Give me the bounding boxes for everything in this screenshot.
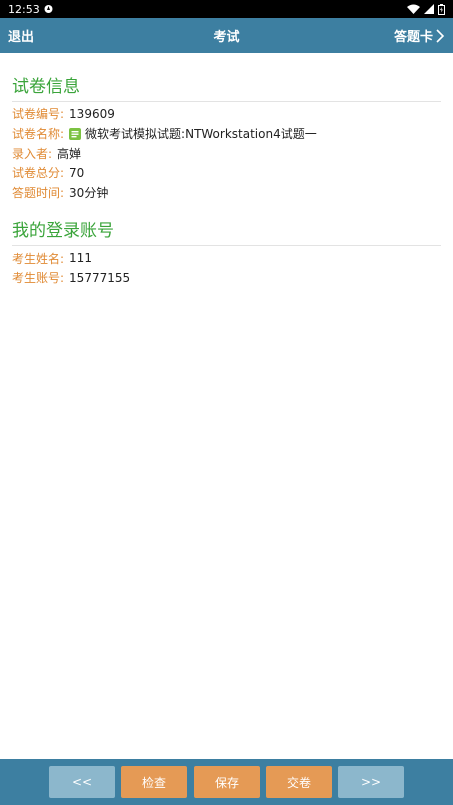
answer-card-button[interactable]: 答题卡: [394, 26, 445, 45]
page-title: 考试: [213, 30, 240, 45]
total-score-label: 试卷总分:: [12, 166, 65, 181]
next-question-button[interactable]: >>: [338, 766, 404, 798]
total-score-value: 70: [69, 165, 85, 180]
paper-name-value: 微软考试模拟试题:NTWorkstation4试题一: [85, 127, 317, 142]
bottom-toolbar: << 检查 保存 交卷 >>: [0, 759, 453, 805]
save-button[interactable]: 保存: [194, 766, 260, 798]
paper-id-value: 139609: [69, 106, 115, 121]
duration-label: 答题时间:: [12, 186, 65, 201]
candidate-account-label: 考生账号:: [12, 271, 65, 286]
submit-exam-button[interactable]: 交卷: [266, 766, 332, 798]
paper-info-heading: 试卷信息: [12, 72, 441, 102]
author-value: 高婵: [57, 146, 82, 161]
notification-icon: [44, 5, 53, 13]
total-score-row: 试卷总分: 70: [12, 163, 441, 183]
status-right: [407, 3, 445, 15]
app-bar: 退出 考试 答题卡: [0, 18, 453, 53]
paper-name-row: 试卷名称: 微软考试模拟试题:NTWorkstation4试题一: [12, 124, 441, 144]
answer-card-label: 答题卡: [393, 30, 433, 45]
check-button[interactable]: 检查: [121, 766, 187, 798]
candidate-account-value: 15777155: [69, 270, 131, 285]
author-label: 录入者:: [12, 146, 53, 161]
paper-id-label: 试卷编号:: [12, 107, 65, 122]
exam-info-content: 试卷信息 试卷编号: 139609 试卷名称: 微软考试模拟试题:NTWorks…: [12, 53, 441, 288]
signal-icon: [424, 4, 434, 14]
duration-row: 答题时间: 30分钟: [12, 183, 441, 203]
paper-name-label: 试卷名称:: [12, 127, 65, 142]
battery-icon: [438, 3, 445, 15]
prev-question-button[interactable]: <<: [49, 766, 115, 798]
candidate-account-row: 考生账号: 15777155: [12, 268, 441, 288]
candidate-name-label: 考生姓名:: [12, 251, 65, 266]
paper-id-row: 试卷编号: 139609: [12, 104, 441, 124]
chevron-right-icon: [436, 28, 445, 43]
account-info-rows: 考生姓名: 111 考生账号: 15777155: [12, 246, 441, 287]
wifi-icon: [407, 4, 420, 14]
candidate-name-value: 111: [69, 251, 92, 266]
candidate-name-row: 考生姓名: 111: [12, 248, 441, 268]
author-row: 录入者: 高婵: [12, 143, 441, 163]
account-info-heading: 我的登录账号: [12, 216, 441, 247]
duration-value: 30分钟: [69, 186, 109, 201]
exit-button[interactable]: 退出: [8, 26, 34, 45]
document-icon: [69, 127, 82, 140]
status-left: 12:53: [8, 3, 53, 16]
paper-info-rows: 试卷编号: 139609 试卷名称: 微软考试模拟试题:NTWorkstatio…: [12, 102, 441, 202]
status-bar: 12:53: [0, 0, 453, 18]
status-time: 12:53: [8, 2, 40, 16]
